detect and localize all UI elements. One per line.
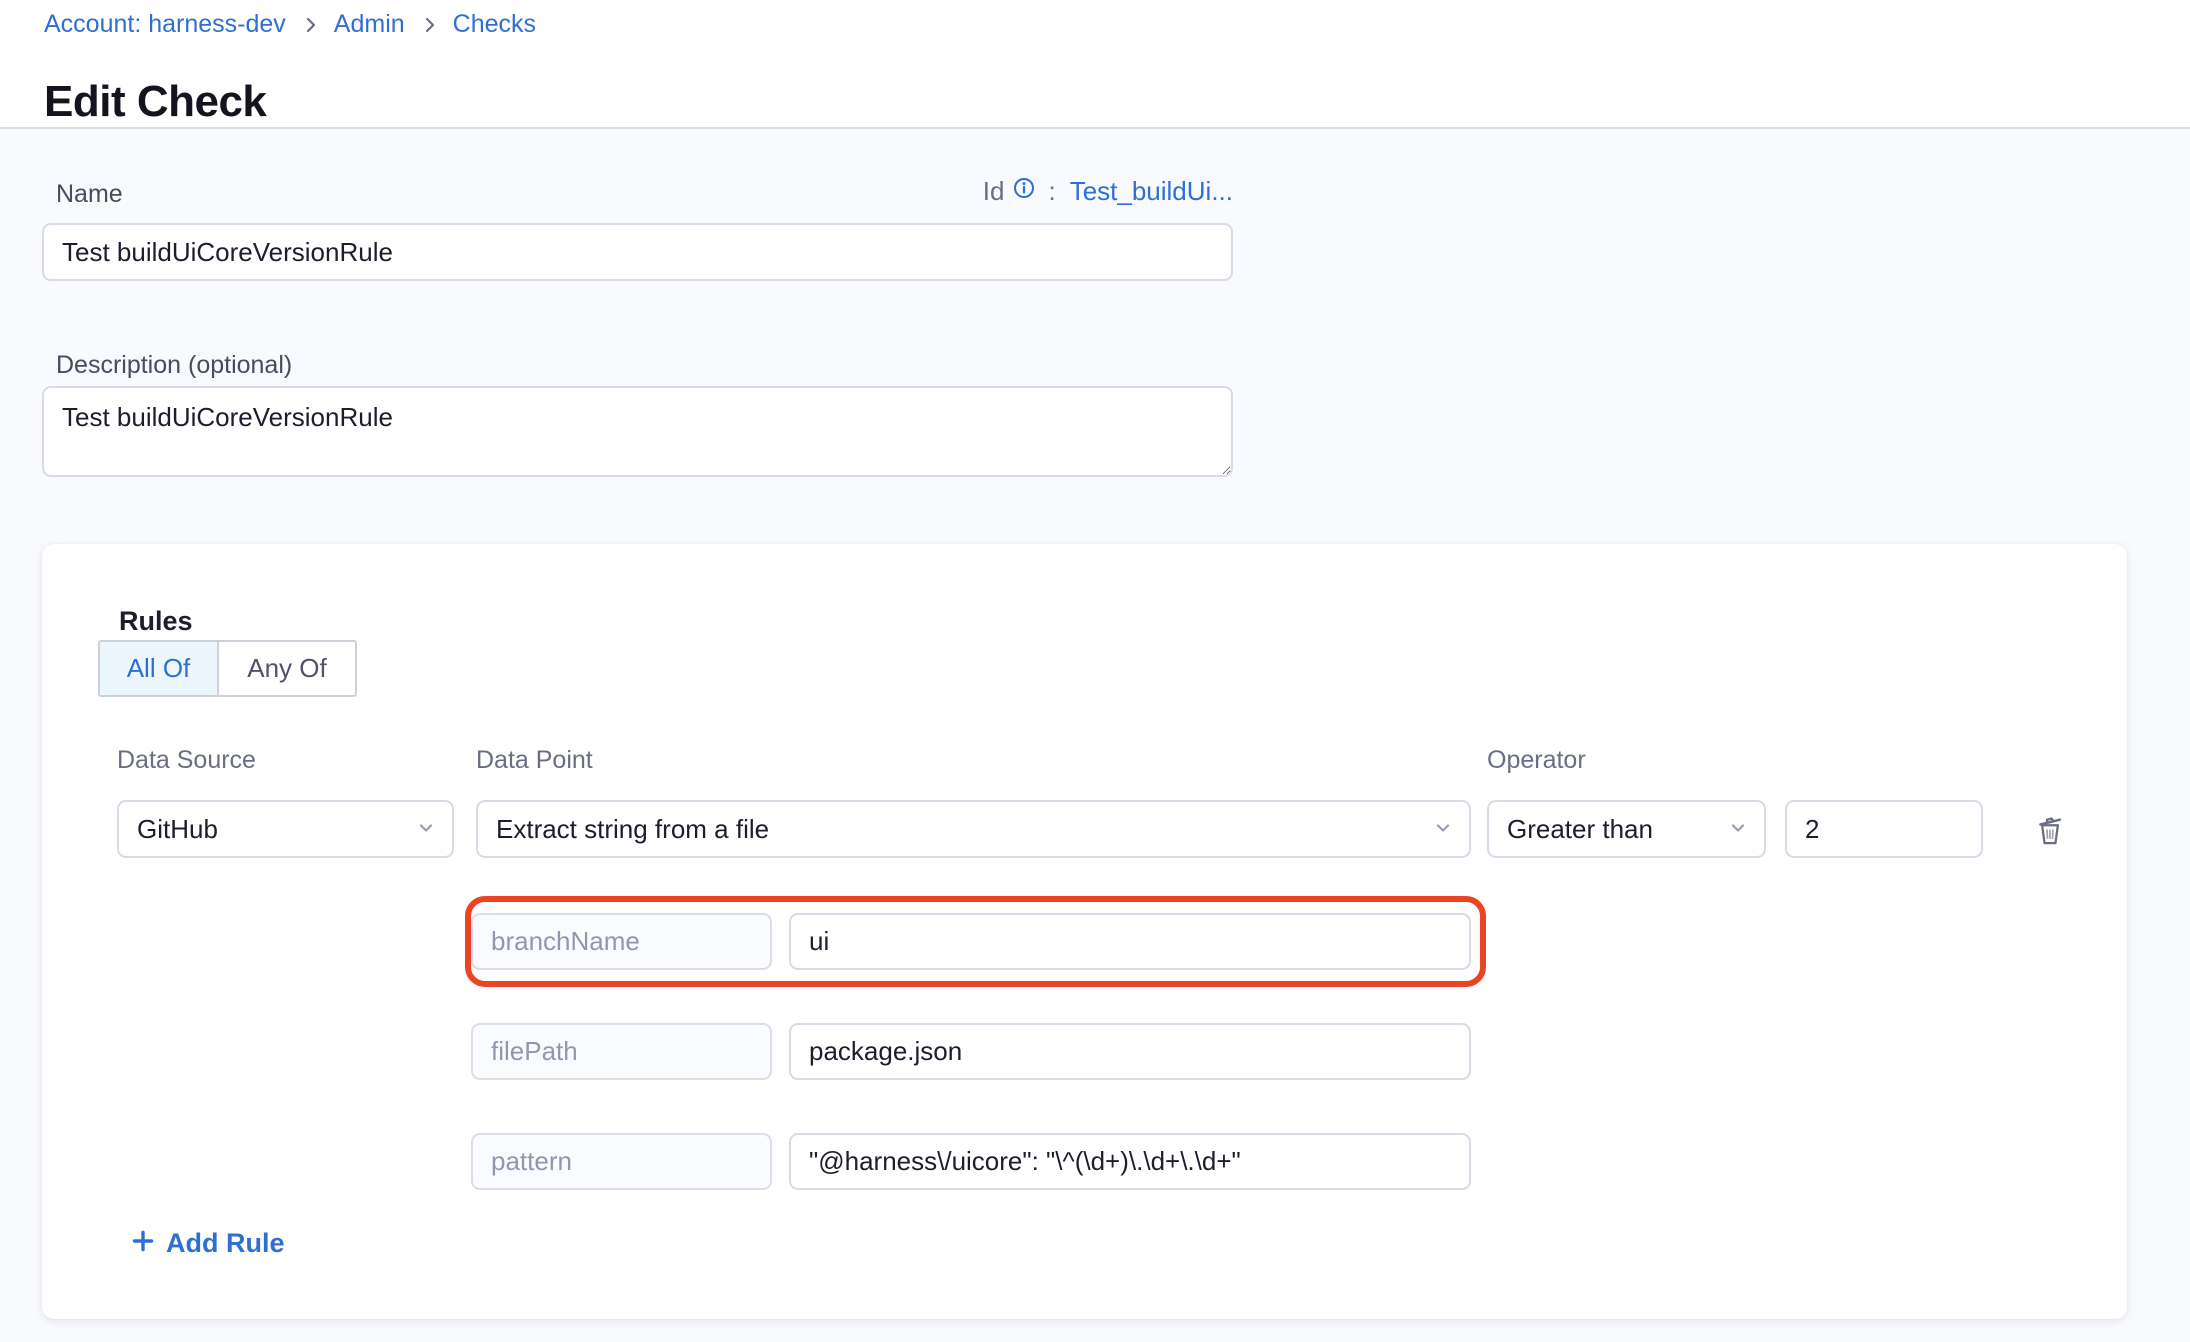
toggle-any-of[interactable]: Any Of [217, 642, 355, 695]
operator-select[interactable]: Greater than [1487, 800, 1766, 858]
data-source-select[interactable]: GitHub [117, 800, 454, 858]
main-content: Name Id : Test_buildUi... Description (o… [0, 127, 2190, 1342]
data-source-label: Data Source [117, 746, 256, 775]
chevron-down-icon [1728, 814, 1748, 845]
rule-param-key-pattern[interactable] [471, 1133, 772, 1190]
plus-icon [132, 1228, 154, 1259]
add-rule-label: Add Rule [166, 1228, 285, 1259]
description-textarea[interactable]: Test buildUiCoreVersionRule [42, 386, 1233, 477]
delete-rule-button[interactable] [2027, 808, 2073, 854]
add-rule-button[interactable]: Add Rule [132, 1228, 285, 1259]
rule-param-key-filepath[interactable] [471, 1023, 772, 1080]
chevron-down-icon [1433, 814, 1453, 845]
rules-card: Rules All Of Any Of Data Source Data Poi… [42, 544, 2127, 1319]
operator-label: Operator [1487, 746, 1586, 775]
data-point-label: Data Point [476, 746, 593, 775]
id-value-link[interactable]: Test_buildUi... [1070, 176, 1233, 207]
operator-value: Greater than [1507, 814, 1653, 845]
breadcrumb-admin-link[interactable]: Admin [334, 10, 405, 39]
rules-heading: Rules [119, 606, 193, 637]
operator-threshold-input[interactable] [1785, 800, 1983, 858]
rule-param-key-branchname[interactable] [471, 913, 772, 970]
rule-param-value-branchname[interactable] [789, 913, 1471, 970]
breadcrumb-account-link[interactable]: Account: harness-dev [44, 10, 286, 39]
chevron-down-icon [416, 814, 436, 845]
trash-icon [2029, 809, 2071, 854]
chevron-right-icon [300, 15, 320, 35]
breadcrumb-checks-link[interactable]: Checks [453, 10, 536, 39]
rule-param-value-pattern[interactable] [789, 1133, 1471, 1190]
toggle-all-of[interactable]: All Of [100, 642, 217, 695]
rule-param-value-filepath[interactable] [789, 1023, 1471, 1080]
id-colon: : [1048, 176, 1055, 207]
page-title: Edit Check [44, 77, 266, 127]
name-label: Name [56, 180, 123, 209]
data-point-value: Extract string from a file [496, 814, 769, 845]
id-label: Id [983, 176, 1005, 207]
description-label: Description (optional) [56, 351, 292, 380]
data-source-value: GitHub [137, 814, 218, 845]
id-row: Id : Test_buildUi... [983, 176, 1233, 207]
chevron-right-icon [419, 15, 439, 35]
name-input[interactable] [42, 223, 1233, 281]
edit-check-page: Account: harness-dev Admin Checks Edit C… [0, 0, 2190, 1342]
rules-match-toggle: All Of Any Of [98, 640, 357, 697]
info-icon[interactable] [1012, 176, 1036, 207]
breadcrumb: Account: harness-dev Admin Checks [44, 10, 536, 39]
data-point-select[interactable]: Extract string from a file [476, 800, 1471, 858]
